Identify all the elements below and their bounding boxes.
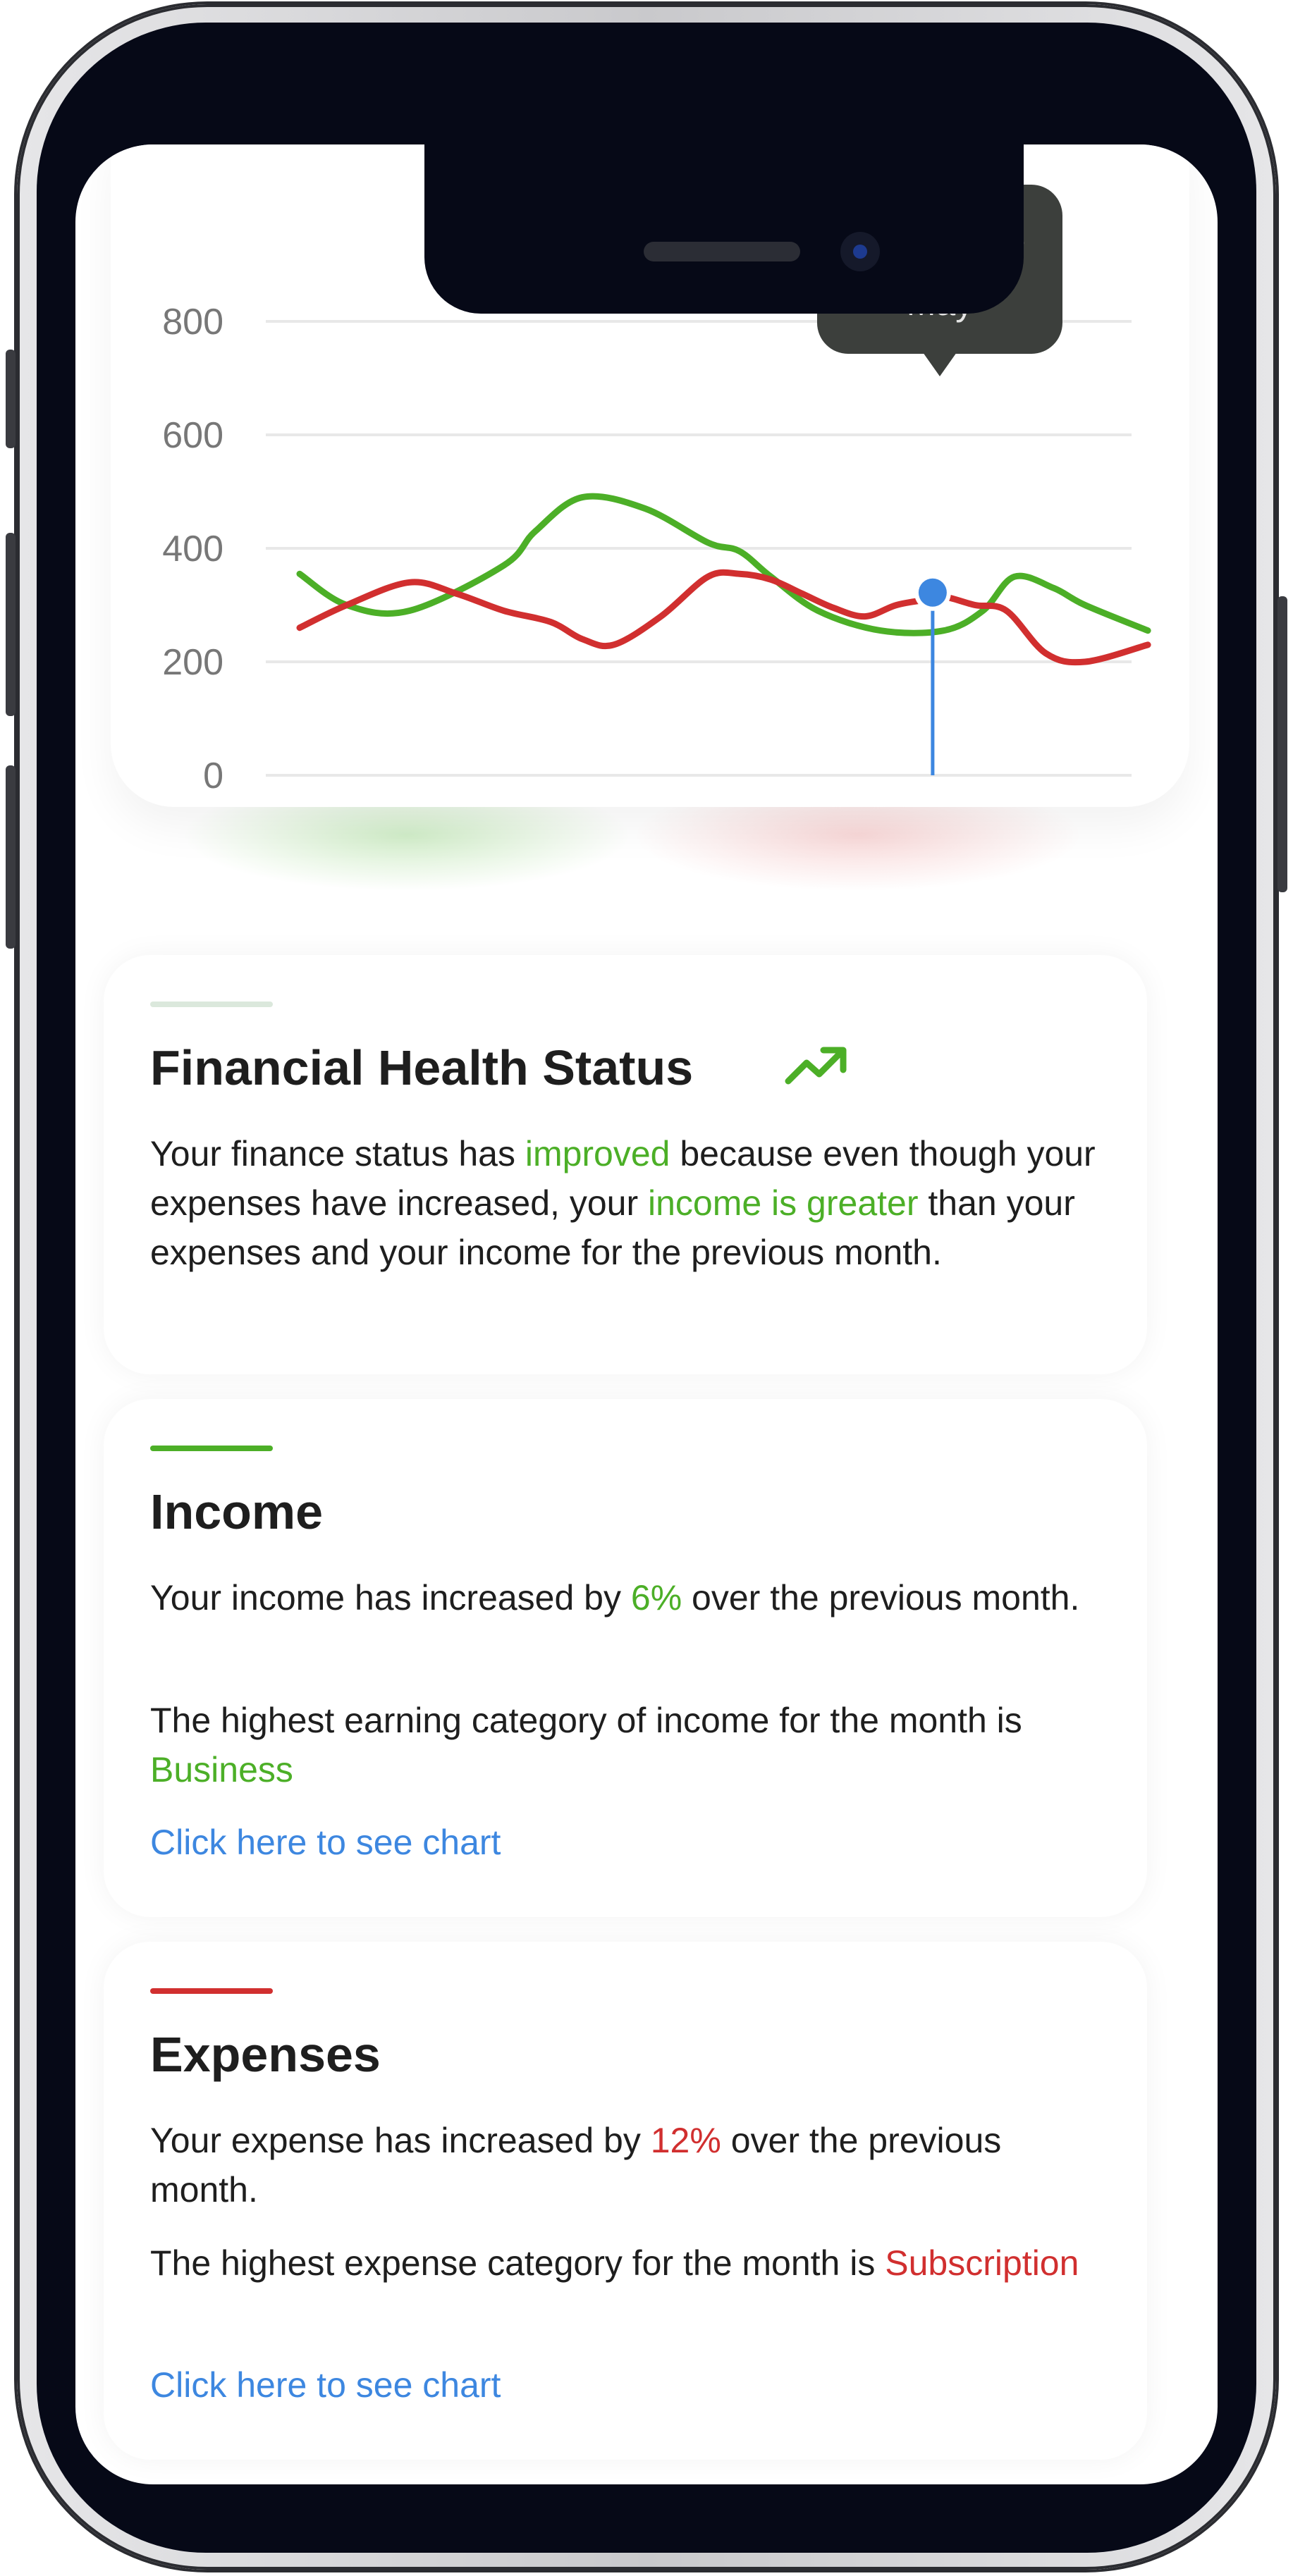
income-percent: 6% (630, 1578, 682, 1617)
y-axis-tick-label: 200 (162, 642, 223, 683)
phone-side-button (6, 533, 16, 716)
income-category-text: The highest earning category of income f… (150, 1696, 1116, 1794)
expenses-card: Expenses Your expense has increased by 1… (104, 1942, 1147, 2460)
phone-side-button (1277, 596, 1287, 892)
income-accent-bar (150, 1446, 273, 1451)
expenses-chart-link[interactable]: Click here to see chart (150, 2360, 501, 2410)
income-card: Income Your income has increased by 6% o… (104, 1399, 1147, 1917)
phone-notch (424, 144, 1024, 314)
expenses-percent: 12% (650, 2121, 721, 2160)
text-fragment: Your expense has increased by (150, 2121, 651, 2160)
trending-up-icon (785, 1047, 847, 1085)
expense-series-line (296, 569, 1151, 666)
text-fragment: The highest earning category of income f… (150, 1701, 1022, 1740)
expenses-accent-bar (150, 1988, 273, 1994)
y-axis-tick-label: 800 (162, 302, 223, 343)
improved-highlight: improved (525, 1134, 670, 1173)
income-change-text: Your income has increased by 6% over the… (150, 1573, 1116, 1622)
income-chart-link[interactable]: Click here to see chart (150, 1818, 501, 1867)
financial-health-description: Your finance status has improved because… (150, 1129, 1116, 1277)
income-category: Business (150, 1750, 293, 1789)
expenses-change-text: Your expense has increased by 12% over t… (150, 2116, 1116, 2214)
expenses-title: Expenses (150, 2027, 381, 2082)
text-fragment: The highest expense category for the mon… (150, 2243, 886, 2283)
card-accent-bar (150, 1002, 273, 1007)
phone-side-button (6, 350, 16, 448)
financial-health-title: Financial Health Status (150, 1040, 694, 1095)
y-axis-tick-label: 600 (162, 415, 223, 456)
text-fragment: Your income has increased by (150, 1578, 631, 1617)
text-fragment: over the previous month. (682, 1578, 1080, 1617)
income-title: Income (150, 1484, 324, 1539)
y-axis-tick-label: 0 (203, 756, 223, 796)
income-series-line (296, 493, 1151, 636)
financial-health-card: Financial Health Status Your finance sta… (104, 955, 1147, 1374)
expenses-category-text: The highest expense category for the mon… (150, 2238, 1116, 2288)
app-screen: 8006004002000JanFebMarAprMayJun ₦130,000… (75, 144, 1218, 2484)
text-fragment: Your finance status has (150, 1134, 525, 1173)
speaker-grille (644, 242, 800, 261)
income-greater-highlight: income is greater (647, 1183, 919, 1223)
y-axis-tick-label: 400 (162, 529, 223, 569)
highlight-point (918, 578, 947, 607)
expense-category: Subscription (885, 2243, 1079, 2283)
phone-side-button (6, 765, 16, 949)
front-camera-icon (840, 232, 880, 271)
